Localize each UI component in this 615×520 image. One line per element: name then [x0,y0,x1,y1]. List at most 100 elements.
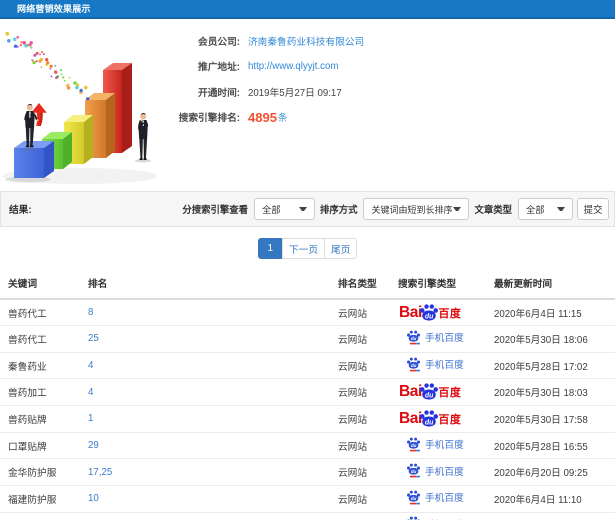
chevron-down-icon [557,207,565,211]
rank-cell: 29 [80,432,330,460]
rank-type-cell: 云网站 [330,325,390,353]
engine-cell: du 手机百度 [390,325,486,353]
mobile-baidu-paw-icon: du [407,437,420,451]
engine-select[interactable]: 全部 [253,198,315,220]
result-label: 结果: [9,205,32,216]
col-keyword: 关键词 [0,268,80,300]
engine-cell: Bai du 百度 [390,378,486,407]
info-value-link[interactable]: http://www.qlyyjt.com [248,61,338,72]
info-label: 会员公司: [198,36,240,48]
info-value-link[interactable]: 济南秦鲁药业科技有限公司 [248,34,364,48]
updated-cell: 2020年6月20日 09:25 [486,458,615,486]
svg-text:du: du [425,313,434,320]
table-row: 口罩贴牌 29 云网站 du 手机百度 2020年5月28日 16:55 [0,432,615,460]
mobile-baidu-paw-icon: du [408,517,419,520]
updated-cell: 2020年6月4日 11:15 [486,299,615,327]
updated-cell: 2020年5月30日 18:06 [486,325,615,353]
filter-bar: 结果: 分搜索引擎查看 全部 排序方式 关键词由短到长排序 文章类型 全部 提交 [0,191,615,227]
mobile-baidu-underline-red [409,449,417,451]
engine-cell: du 手机百度 [390,432,486,460]
rank-link[interactable]: 29 [88,440,99,451]
rank-type-cell: 云网站 [330,458,390,486]
mobile-baidu-underline-red [409,475,417,478]
keyword-cell: 福建防护服 [0,485,80,513]
results-table: 关键词 排名 排名类型 搜索引擎类型 最新更新时间 兽药代工 8 云网站 Bai… [0,268,615,520]
keyword-cell [0,512,80,520]
mobile-baidu-logo: du 手机百度 [407,516,464,520]
keyword-cell: 秦鲁药业 [0,352,80,380]
mobile-baidu-paw-icon: du [407,490,420,505]
mobile-baidu-logo: du 手机百度 [407,463,464,478]
info-row: 会员公司: 济南秦鲁药业科技有限公司 [130,28,600,54]
rank-link[interactable]: 8 [88,307,93,318]
submit-button[interactable]: 提交 [577,198,609,220]
svg-text:du: du [411,469,417,474]
next-page-button[interactable]: 下一页 [281,238,326,259]
engine-filter-label: 分搜索引擎查看 [182,204,248,215]
pagination: 1 下一页 尾页 [0,238,615,260]
sort-select[interactable]: 关键词由短到长排序 [363,198,470,220]
rank-type-cell [330,512,390,520]
baidu-logo: Bai du 百度 [399,383,461,401]
baidu-paw-icon: du [420,410,439,427]
page-1-button[interactable]: 1 [257,238,283,259]
mobile-baidu-logo: du 手机百度 [407,437,464,452]
updated-cell [486,512,615,520]
rank-link[interactable]: 17,25 [88,467,112,478]
rank-cell: 4 [80,352,330,380]
mobile-baidu-underline-blue [416,502,420,505]
rank-cell: 8 [80,299,330,327]
baidu-paw-icon: du [420,383,439,400]
col-engine-type: 搜索引擎类型 [390,268,486,300]
baidu-logo-hanzi: 百度 [438,307,462,320]
baidu-logo: Bai du 百度 [399,410,461,428]
engine-cell: Bai du 百度 [390,405,486,433]
mobile-baidu-label: 手机百度 [425,493,464,505]
mobile-baidu-underline-blue [416,475,420,478]
updated-cell: 2020年5月28日 16:55 [486,432,615,460]
mobile-baidu-underline-blue [416,369,420,371]
mobile-baidu-label: 手机百度 [425,440,464,452]
info-value: 2019年5月27日 09:17 [248,87,342,99]
member-info: 会员公司: 济南秦鲁药业科技有限公司推广地址: http://www.qlyyjt.… [130,28,600,130]
engine-cell: du 手机百度 [390,512,486,520]
info-label: 开通时间: [198,87,240,99]
info-row: 推广地址: http://www.qlyyjt.com [130,54,600,80]
info-row: 开通时间: 2019年5月27日 09:17 [130,79,600,105]
col-rank-type: 排名类型 [330,268,390,300]
rank-cell: 10 [80,485,330,513]
last-page-button[interactable]: 尾页 [324,238,358,259]
rank-link[interactable]: 4 [88,360,93,371]
article-type-select[interactable]: 全部 [518,198,573,220]
mobile-baidu-logo: du 手机百度 [407,330,464,345]
rank-cell: 25 [80,325,330,353]
updated-cell: 2020年5月28日 17:02 [486,352,615,380]
rank-link[interactable]: 1 [88,413,93,424]
rank-cell: 17,25 [80,458,330,486]
table-row: 金华防护服 17,25 云网站 du 手机百度 2020年6月20日 09:25 [0,458,615,486]
table-row: 兽药贴牌 1 云网站 Bai du 百度 2020年5月30日 17:58 [0,405,615,433]
rank-link[interactable]: 4 [88,387,93,398]
mobile-baidu-underline-red [409,342,417,345]
article-type-select-value: 全部 [526,205,545,215]
table-row: 兽药代工 8 云网站 Bai du 百度 2020年6月4日 11:15 [0,299,615,327]
ranking-count: 4895 [248,109,277,125]
table-row: du 手机百度 [0,512,615,520]
baidu-logo-hanzi: 百度 [438,413,462,426]
mobile-baidu-underline-red [409,502,417,505]
rank-link[interactable]: 25 [88,333,99,344]
table-row: 兽药加工 4 云网站 Bai du 百度 2020年5月30日 18:03 [0,378,615,407]
page: 网络营销效果展示 会员公司: 济南秦鲁药业科技有限公司 推广地址: http:/… [0,0,615,520]
chevron-down-icon [298,207,307,211]
mobile-baidu-label: 手机百度 [425,333,464,345]
article-type-label: 文章类型 [474,204,512,215]
rank-link[interactable]: 10 [88,493,99,504]
page-title: 网络营销效果展示 [17,4,91,14]
svg-text:du: du [425,393,434,400]
sort-select-value: 关键词由短到长排序 [371,204,453,215]
mobile-baidu-underline-blue [416,449,420,451]
baidu-logo-hanzi: 百度 [438,387,462,400]
svg-text:du: du [411,363,417,368]
chevron-down-icon [453,207,462,211]
mobile-baidu-label: 手机百度 [425,360,464,372]
